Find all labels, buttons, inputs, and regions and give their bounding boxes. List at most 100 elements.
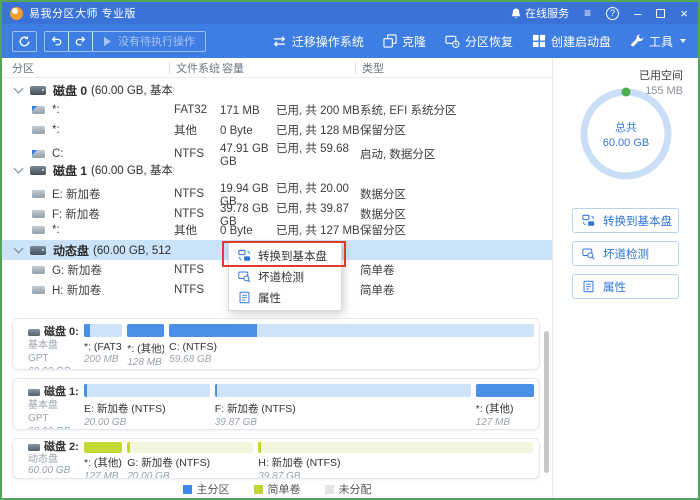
disk-map-card-disk0[interactable]: 磁盘 0: 基本盘 GPT 60.00 GB *: (FAT32)200 MB … [12,318,540,370]
surface-test-label: 坏道检测 [603,246,649,262]
pending-operations-button[interactable]: 没有待执行操作 [92,31,206,52]
column-header-partition: 分区 [10,60,174,76]
tools-button[interactable]: 工具 [630,33,686,50]
context-menu-item-label: 坏道检测 [258,269,304,285]
close-button[interactable]: × [680,7,688,20]
diskmap-partition[interactable]: *: (其他)127 MB [476,384,534,429]
diskmap-partition[interactable]: H: 新加卷 (NTFS)39.87 GB [258,442,533,478]
partition-icon [32,106,45,114]
maximize-button[interactable] [656,9,665,18]
diskmap-partition[interactable]: G: 新加卷 (NTFS)20.00 GB [127,442,253,478]
partition-name: *: [52,104,60,116]
context-menu-item-surface-test[interactable]: 坏道检测 [229,266,341,287]
type-value: 启动, 数据分区 [360,146,552,162]
online-service-label: 在线服务 [525,5,569,21]
disk-group-name: 动态盘 [53,242,89,259]
context-menu-item-convert-to-basic[interactable]: 转换到基本盘 [229,245,341,266]
disk-map-size: 60.00 GB [28,465,79,477]
properties-label: 属性 [603,279,626,295]
toolbar: 没有待执行操作 迁移操作系统 克隆 分区恢复 创建启动盘 工具 [2,24,698,58]
partition-name: *: [52,224,60,236]
disk-group-row-disk0[interactable]: 磁盘 0(60.00 GB, 基本盘, GPT 磁盘) [2,80,552,100]
partition-row[interactable]: *: 其他 0 Byte已用, 共 128 MB 保留分区 [2,120,552,140]
partition-name: C: [52,148,64,160]
bootable-disk-label: 创建启动盘 [551,33,611,50]
partition-table-area: 分区 文件系统 容量 类型 磁盘 0(60.00 GB, 基本盘, GPT 磁盘… [2,58,552,498]
partition-row[interactable]: E: 新加卷 NTFS 19.94 GB已用, 共 20.00 GB 数据分区 [2,180,552,200]
properties-icon [238,291,251,304]
diskmap-partition[interactable]: *: (其他)127 MB [84,442,122,478]
disk-icon [30,246,46,255]
type-value: 数据分区 [360,206,552,222]
scrollbar-thumb[interactable] [544,331,549,473]
tools-label: 工具 [649,33,673,50]
legend-primary-label: 主分区 [197,481,230,497]
partition-row[interactable]: F: 新加卷 NTFS 39.78 GB已用, 共 39.87 GB 数据分区 [2,200,552,220]
disk-group-info: (60.00 GB, 512 每扇区字节数, 磁盘 2:) [93,242,174,258]
create-bootable-disk-button[interactable]: 创建启动盘 [532,33,611,50]
refresh-button[interactable] [12,31,37,52]
redo-button[interactable] [68,31,93,52]
diskmap-partition-size: 20.00 GB [84,417,210,428]
diskmap-partition[interactable]: F: 新加卷 (NTFS)39.87 GB [215,384,471,429]
legend-unallocated-swatch [325,485,334,494]
legend-simple-swatch [254,485,263,494]
type-value: 保留分区 [360,222,552,238]
column-header-filesystem: 文件系统 [174,60,220,76]
partition-name: H: 新加卷 [52,282,101,298]
filesystem-value: 其他 [174,222,220,238]
surface-test-button[interactable]: 坏道检测 [572,241,679,266]
filesystem-value: FAT32 [174,104,220,116]
column-header-type: 类型 [360,60,552,76]
partition-icon [32,150,45,158]
used-value: 19.94 GB [220,183,276,195]
context-menu-item-label: 属性 [258,290,281,306]
convert-to-basic-button[interactable]: 转换到基本盘 [572,208,679,233]
disk-map-size: 60.00 GB [28,365,79,370]
collapse-chevron-icon[interactable] [14,244,24,254]
disk-map-card-disk1[interactable]: 磁盘 1: 基本盘 GPT 60.00 GB E: 新加卷 (NTFS)20.0… [12,378,540,430]
properties-button[interactable]: 属性 [572,274,679,299]
partition-row[interactable]: C: NTFS 47.91 GB已用, 共 59.68 GB 启动, 数据分区 [2,140,552,160]
collapse-chevron-icon[interactable] [14,164,24,174]
disk-map-kind: 基本盘 GPT [28,399,79,425]
migrate-os-icon [272,35,287,48]
filesystem-value: NTFS [174,148,220,160]
legend-unallocated-label: 未分配 [339,481,372,497]
diskmap-partition[interactable]: *: (FAT32)200 MB [84,324,122,369]
clone-button[interactable]: 克隆 [383,33,426,50]
type-value: 数据分区 [360,186,552,202]
online-service-button[interactable]: 在线服务 [511,5,569,21]
partition-name: G: 新加卷 [52,262,102,278]
menu-icon[interactable]: ≡ [584,6,591,20]
partition-row[interactable]: *: 其他 0 Byte已用, 共 127 MB 保留分区 [2,220,552,240]
undo-button[interactable] [44,31,69,52]
disk-group-name: 磁盘 1 [53,162,87,179]
diskmap-partition-label: *: (其他) [84,455,122,470]
legend: 主分区 简单卷 未分配 [2,481,552,497]
diskmap-partition[interactable]: E: 新加卷 (NTFS)20.00 GB [84,384,210,429]
partition-recovery-button[interactable]: 分区恢复 [445,33,513,50]
collapse-chevron-icon[interactable] [14,84,24,94]
minimize-button[interactable]: – [634,7,641,20]
disk-map-kind: 基本盘 GPT [28,339,79,365]
filesystem-value: NTFS [174,208,220,220]
help-icon[interactable]: ? [606,7,619,20]
migrate-os-button[interactable]: 迁移操作系统 [272,33,364,50]
diskmap-partition[interactable]: *: (其他)128 MB [127,324,164,369]
partition-name: E: 新加卷 [52,186,101,202]
disk-map: 磁盘 0: 基本盘 GPT 60.00 GB *: (FAT32)200 MB … [2,318,552,487]
filesystem-value: NTFS [174,284,220,296]
type-value: 系统, EFI 系统分区 [360,102,552,118]
disk-map-card-disk2[interactable]: 磁盘 2: 动态盘 60.00 GB *: (其他)127 MB G: 新加卷 … [12,438,540,479]
app-title: 易我分区大师 专业版 [29,5,136,21]
used-value: 47.91 GB [220,143,276,155]
bell-icon [511,8,521,19]
migrate-os-label: 迁移操作系统 [292,33,364,50]
app-logo-icon [10,7,23,20]
partition-row[interactable]: *: FAT32 171 MB已用, 共 200 MB 系统, EFI 系统分区 [2,100,552,120]
context-menu-item-properties[interactable]: 属性 [229,287,341,308]
partition-recovery-icon [445,34,460,48]
disk-map-name: 磁盘 1: [44,385,79,399]
diskmap-partition[interactable]: C: (NTFS)59.68 GB [169,324,534,369]
